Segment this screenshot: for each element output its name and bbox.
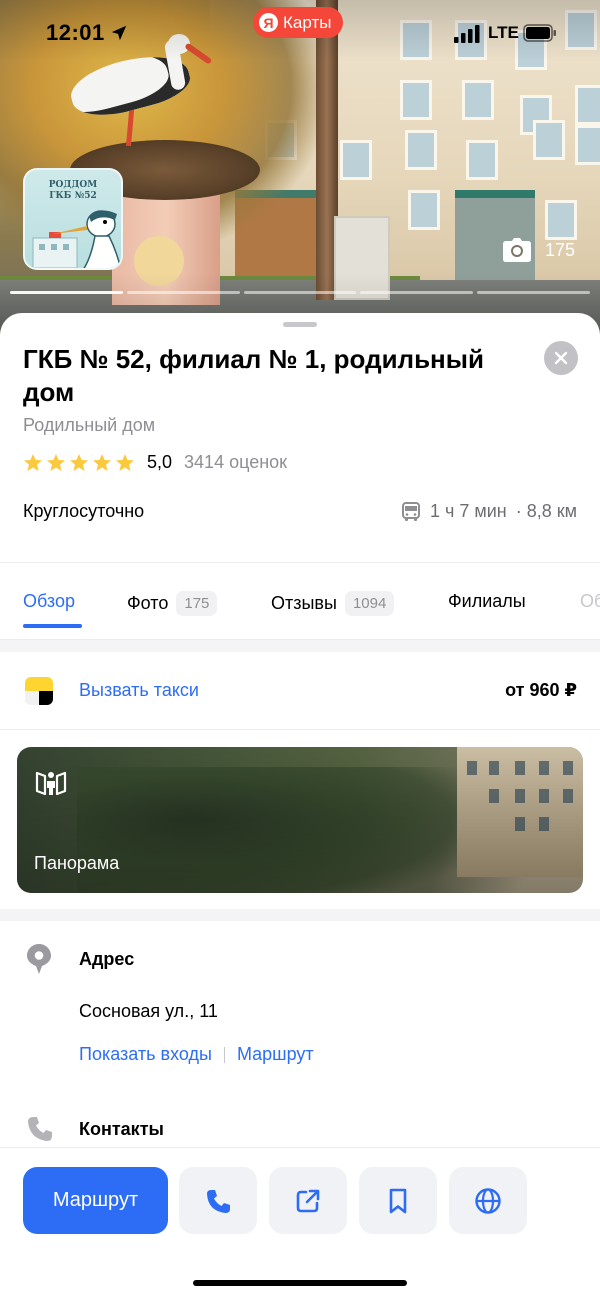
section-gap [0,909,600,921]
home-indicator [193,1280,407,1286]
call-button[interactable] [179,1167,257,1234]
place-category: Родильный дом [23,415,156,435]
star-icon [24,453,42,471]
tab-reviews-badge: 1094 [344,591,395,616]
pagination-dot [243,291,357,294]
address-title: Адрес [79,949,135,969]
yandex-logo-icon: Я [259,13,278,32]
route-button[interactable]: Маршрут [23,1167,168,1234]
yandex-maps-pill[interactable]: Я Карты [253,7,344,38]
panorama-card[interactable]: Панорама [17,747,583,893]
section-gap [0,640,600,652]
travel-distance: · 8,8 км [515,501,577,521]
close-icon [554,351,568,365]
tab-photos-badge: 175 [176,591,218,616]
tab-about[interactable]: Об [580,591,600,612]
show-entrances-link[interactable]: Показать входы [79,1044,212,1065]
star-icon [116,453,134,471]
organization-logo[interactable]: РОДДОМ ГКБ №52 [23,168,123,270]
bus-icon [401,501,420,521]
panorama-icon [35,771,67,796]
bottom-action-bar: Маршрут [0,1147,600,1297]
divider [0,729,600,730]
contacts-title: Контакты [79,1119,164,1139]
camera-icon [503,238,531,262]
location-arrow-icon [111,25,127,41]
call-taxi-label: Вызвать такси [79,680,199,700]
cellular-signal-icon [454,25,480,43]
rating-row[interactable]: 5,0 3414 оценок [23,452,287,473]
bookmark-icon [389,1188,407,1213]
divider [0,562,600,563]
phone-icon [207,1189,230,1213]
link-separator [223,1046,225,1063]
rating-count: 3414 оценок [184,452,288,472]
taxi-price: от 960 ₽ [505,680,577,700]
tabs-bar: Обзор Фото 175 Отзывы 1094 Филиалы Об [0,585,600,641]
brand-name: Карты [283,12,332,32]
photo-counter[interactable]: 175 [503,238,575,262]
rating-value: 5,0 [147,452,173,472]
tab-branches[interactable]: Филиалы [448,591,526,612]
phone-outline-icon [28,1117,52,1141]
call-taxi-row[interactable]: Вызвать такси от 960 ₽ [0,653,600,729]
travel-info[interactable]: 1 ч 7 мин · 8,8 км [401,501,577,522]
panorama-label: Панорама [34,853,120,873]
photo-count-value: 175 [545,239,576,260]
website-button[interactable] [449,1167,527,1234]
stork-doctor-illustration-icon [32,210,121,268]
address-links: Показать входы Маршрут [79,1044,314,1065]
tab-photos[interactable]: Фото 175 [127,591,218,616]
share-button[interactable] [269,1167,347,1234]
status-time: 12:01 [46,20,105,45]
network-type: LTE [488,23,519,42]
pagination-dot [360,291,474,294]
pagination-dot [10,291,123,294]
hero-photo[interactable]: 12:01 LTE Я Карты РОДДОМ ГКБ №52 175 [0,0,600,340]
location-pin-icon [27,944,51,974]
rating-stars [23,453,135,473]
address-route-link[interactable]: Маршрут [237,1044,314,1065]
opening-hours[interactable]: Круглосуточно [23,501,144,522]
bookmark-button[interactable] [359,1167,437,1234]
address-text[interactable]: Сосновая ул., 11 [79,1001,218,1022]
star-icon [93,453,111,471]
sheet-grabber[interactable] [283,322,317,327]
star-icon [47,453,65,471]
tab-active-indicator [23,624,82,628]
pagination-dot [477,291,590,294]
travel-time: 1 ч 7 мин [429,501,507,521]
yandex-taxi-icon [25,677,53,705]
place-title: ГКБ № 52, филиал № 1, родильный дом [23,344,484,407]
share-icon [296,1189,320,1212]
tab-overview[interactable]: Обзор [23,591,75,612]
tab-reviews[interactable]: Отзывы 1094 [271,591,395,616]
pagination-dot [126,291,240,294]
globe-icon [475,1187,501,1214]
star-icon [70,453,88,471]
photo-pagination [0,291,600,295]
battery-icon [523,24,556,42]
close-button[interactable] [544,341,578,375]
logo-text: РОДДОМ ГКБ №52 [48,180,98,201]
